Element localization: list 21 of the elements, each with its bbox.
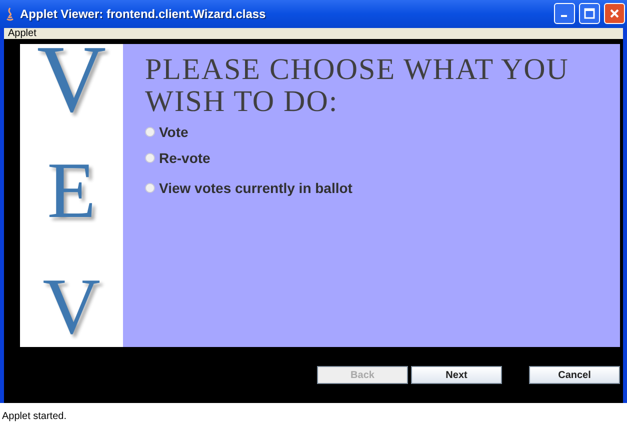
- option-label[interactable]: View votes currently in ballot: [159, 180, 352, 196]
- radio-button[interactable]: [145, 153, 155, 164]
- java-icon: [4, 6, 16, 21]
- close-icon: [609, 8, 620, 20]
- minimize-button[interactable]: [554, 3, 575, 24]
- maximize-icon: [584, 8, 595, 20]
- menu-item[interactable]: Applet: [8, 28, 36, 39]
- maximize-button[interactable]: [579, 3, 600, 24]
- heading: PLEASE CHOOSE WHAT YOU WISH TO DO:: [145, 54, 570, 118]
- wizard-button[interactable]: Next: [411, 366, 502, 384]
- close-button[interactable]: [604, 3, 625, 24]
- status-text: Applet started.: [2, 411, 66, 422]
- option-label[interactable]: Vote: [159, 124, 188, 140]
- radio-button[interactable]: [145, 183, 155, 194]
- wizard-button[interactable]: Cancel: [529, 366, 620, 384]
- logo-letter: V: [42, 267, 100, 348]
- logo-letter: E: [47, 150, 96, 231]
- option-label[interactable]: Re-vote: [159, 150, 210, 166]
- logo-letter: V: [36, 44, 106, 114]
- radio-button[interactable]: [145, 127, 155, 138]
- window-title: Applet Viewer: frontend.client.Wizard.class: [20, 6, 267, 21]
